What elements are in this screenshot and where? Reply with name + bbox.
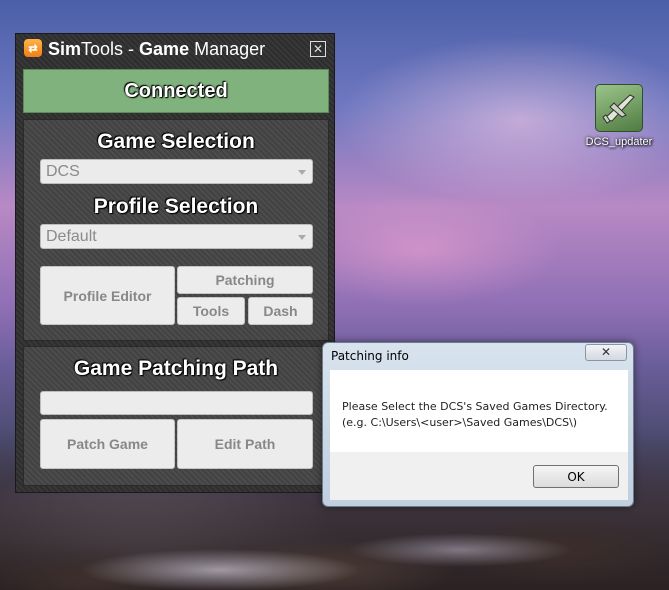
patching-path-input[interactable] bbox=[40, 391, 313, 415]
patching-button[interactable]: Patching bbox=[177, 266, 313, 294]
desktop-icon-dcs-updater[interactable]: DCS_updater bbox=[581, 84, 657, 148]
dialog-message-line2: (e.g. C:\Users\<user>\Saved Games\DCS\) bbox=[342, 416, 578, 429]
aircraft-icon bbox=[595, 84, 643, 132]
window-title: SimTools - Game Manager bbox=[48, 39, 266, 59]
patching-info-dialog: Patching info ✕ Please Select the DCS's … bbox=[322, 342, 634, 507]
dialog-title: Patching info bbox=[331, 349, 409, 363]
dialog-body: Please Select the DCS's Saved Games Dire… bbox=[330, 370, 628, 452]
chevron-down-icon bbox=[298, 170, 306, 175]
game-patching-panel: Game Patching Path Patch Game Edit Path bbox=[23, 346, 329, 486]
title-bar: ⇄ SimTools - Game Manager ✕ bbox=[16, 34, 334, 66]
game-profile-panel: Game Selection DCS Profile Selection Def… bbox=[23, 119, 329, 341]
dialog-footer: OK bbox=[330, 452, 628, 500]
game-selection-heading: Game Selection bbox=[97, 130, 255, 153]
connection-status-banner: Connected bbox=[23, 69, 329, 113]
patch-game-button[interactable]: Patch Game bbox=[40, 419, 175, 469]
profile-select[interactable]: Default bbox=[40, 224, 313, 249]
close-icon[interactable]: ✕ bbox=[585, 344, 627, 361]
dialog-message: Please Select the DCS's Saved Games Dire… bbox=[342, 399, 608, 431]
chevron-down-icon bbox=[298, 235, 306, 240]
desktop-icon-label: DCS_updater bbox=[585, 136, 653, 148]
profile-select-value: Default bbox=[46, 228, 97, 245]
game-select[interactable]: DCS bbox=[40, 159, 313, 184]
edit-path-button[interactable]: Edit Path bbox=[177, 419, 313, 469]
profile-selection-heading: Profile Selection bbox=[93, 195, 259, 218]
dialog-message-line1: Please Select the DCS's Saved Games Dire… bbox=[342, 400, 608, 413]
simtools-logo-icon: ⇄ bbox=[24, 39, 42, 57]
dash-button[interactable]: Dash bbox=[248, 297, 313, 325]
ok-button[interactable]: OK bbox=[533, 465, 619, 488]
profile-editor-button[interactable]: Profile Editor bbox=[40, 266, 175, 325]
game-select-value: DCS bbox=[46, 163, 80, 180]
simtools-game-manager-window: ⇄ SimTools - Game Manager ✕ Connected Ga… bbox=[15, 33, 335, 493]
tools-button[interactable]: Tools bbox=[177, 297, 245, 325]
game-patching-path-heading: Game Patching Path bbox=[73, 357, 279, 380]
close-icon[interactable]: ✕ bbox=[310, 41, 326, 57]
